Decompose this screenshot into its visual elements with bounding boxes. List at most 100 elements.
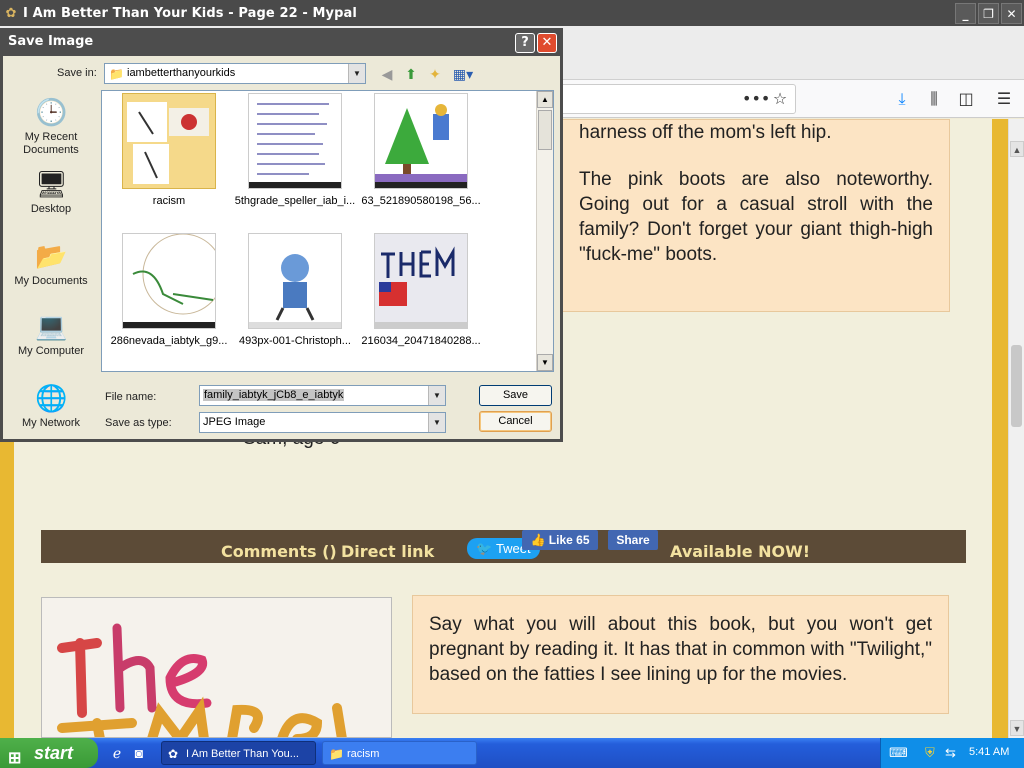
folder-icon: 📁 xyxy=(109,67,124,81)
speech-bubble-top: harness off the mom's left hip. The pink… xyxy=(562,119,950,312)
menu-icon[interactable]: ☰ xyxy=(994,88,1014,110)
save-as-type-dropdown[interactable]: JPEG Image ▼ xyxy=(199,412,446,433)
desktop-icon: 🖥 xyxy=(35,169,69,199)
place-label: My Network xyxy=(21,417,81,429)
close-button[interactable]: ✕ xyxy=(1001,3,1022,24)
like-label: Like 65 xyxy=(548,533,590,547)
folder-icon: 📁 xyxy=(329,747,344,761)
recent-documents-icon: 🕒 xyxy=(35,97,68,127)
file-thumbnail xyxy=(248,93,342,189)
file-item-racism[interactable]: racism xyxy=(104,93,234,207)
place-my-network[interactable]: 🌐 My Network xyxy=(4,382,98,430)
taskbar-task-folder[interactable]: 📁 racism xyxy=(322,741,477,765)
chevron-down-icon[interactable]: ▼ xyxy=(348,64,365,83)
internet-explorer-icon[interactable]: ℯ xyxy=(108,744,126,762)
dialog-close-button[interactable]: ✕ xyxy=(537,33,557,53)
task-label: racism xyxy=(347,748,380,760)
scroll-up-arrow[interactable]: ▲ xyxy=(1010,141,1024,157)
file-name: 63_521890580198_56... xyxy=(361,195,481,207)
mypal-app-icon: ✿ xyxy=(168,747,179,761)
file-name-label: File name: xyxy=(105,391,157,403)
my-documents-icon: 📂 xyxy=(35,241,68,271)
direct-link[interactable]: Direct link xyxy=(341,542,434,561)
bookmark-star-icon[interactable]: ☆ xyxy=(770,88,790,110)
file-thumbnail xyxy=(374,233,468,329)
sidebar-icon[interactable]: ◫ xyxy=(956,88,976,110)
save-as-type-label: Save as type: xyxy=(105,417,172,429)
file-item-speller[interactable]: 5thgrade_speller_iab_i... xyxy=(230,93,360,207)
taskbar: ⊞ start ℯ ◙ ✿ I Am Better Than You... 📁 … xyxy=(0,738,1024,768)
library-icon[interactable]: ⫼ xyxy=(924,88,944,110)
file-list-scrollbar[interactable]: ▲ ▼ xyxy=(536,91,553,371)
taskbar-task-browser[interactable]: ✿ I Am Better Than You... xyxy=(161,741,316,765)
save-in-dropdown[interactable]: 📁 iambetterthanyourkids ▼ xyxy=(104,63,366,84)
place-label: My Recent Documents xyxy=(23,131,79,156)
windows-flag-icon: ⊞ xyxy=(8,750,22,767)
keyboard-icon[interactable]: ⌨ xyxy=(889,745,908,761)
page-scrollbar[interactable]: ▲ ▼ xyxy=(1008,119,1024,738)
save-button[interactable]: Save xyxy=(479,385,552,406)
chevron-down-icon[interactable]: ▼ xyxy=(428,413,445,432)
up-folder-icon[interactable]: ⬆ xyxy=(401,65,421,83)
scroll-up-arrow[interactable]: ▲ xyxy=(537,91,553,108)
place-desktop[interactable]: 🖥 Desktop xyxy=(4,168,98,216)
download-icon[interactable]: ⤓ xyxy=(892,88,912,110)
available-now-link[interactable]: Available NOW! xyxy=(670,542,810,561)
help-button[interactable]: ? xyxy=(515,33,535,53)
network-icon[interactable]: ⇆ xyxy=(945,745,956,761)
file-thumbnail xyxy=(374,93,468,189)
scroll-down-arrow[interactable]: ▼ xyxy=(537,354,553,371)
save-image-dialog: Save Image ? ✕ Save in: 📁 iambetterthany… xyxy=(0,28,563,442)
file-name: racism xyxy=(152,195,186,207)
scroll-down-arrow[interactable]: ▼ xyxy=(1010,720,1024,736)
save-as-type-value: JPEG Image xyxy=(203,416,266,428)
cancel-button[interactable]: Cancel xyxy=(479,411,552,432)
scroll-thumb[interactable] xyxy=(538,110,552,150)
minimize-button[interactable]: _ xyxy=(955,3,976,24)
file-name-value: family_iabtyk_jCb8_e_iabtyk xyxy=(203,389,345,401)
bubble-line: harness off the mom's left hip. xyxy=(579,122,832,143)
view-menu-icon[interactable]: ▦▾ xyxy=(451,65,475,83)
my-network-icon: 🌐 xyxy=(35,383,68,413)
file-item-tree[interactable]: 63_521890580198_56... xyxy=(356,93,486,207)
restore-button[interactable]: ❐ xyxy=(978,3,999,24)
file-thumbnail xyxy=(248,233,342,329)
speech-bubble-bottom: Say what you will about this book, but y… xyxy=(412,595,949,714)
file-name-field[interactable]: family_iabtyk_jCb8_e_iabtyk ▼ xyxy=(199,385,446,406)
mypal-app-icon: ✿ xyxy=(5,5,17,20)
quick-launch-icon[interactable]: ◙ xyxy=(130,744,148,762)
file-name: 286nevada_iabtyk_g9... xyxy=(110,335,228,347)
file-item-nevada[interactable]: 286nevada_iabtyk_g9... xyxy=(104,233,234,347)
my-computer-icon: 💻 xyxy=(35,311,68,341)
more-icon[interactable]: ••• xyxy=(742,88,770,110)
place-label: My Documents xyxy=(14,275,88,287)
scroll-thumb[interactable] xyxy=(1011,345,1022,427)
twitter-bird-icon: 🐦 xyxy=(476,541,493,556)
start-button[interactable]: ⊞ start xyxy=(0,738,98,768)
file-item-christoph[interactable]: 493px-001-Christoph... xyxy=(230,233,360,347)
file-item-themari[interactable]: 216034_20471840288... xyxy=(356,233,486,347)
new-folder-icon[interactable]: ✦ xyxy=(425,65,445,83)
place-my-documents[interactable]: 📂 My Documents xyxy=(4,240,98,288)
back-icon[interactable]: ◀ xyxy=(377,65,397,83)
facebook-like-button[interactable]: 👍 Like 65 xyxy=(522,530,598,550)
browser-titlebar: ✿ I Am Better Than Your Kids - Page 22 -… xyxy=(0,0,1024,26)
bubble-paragraph: The pink boots are also noteworthy. Goin… xyxy=(579,169,933,265)
security-shield-icon[interactable]: ⛨ xyxy=(925,745,935,761)
window-title: I Am Better Than Your Kids - Page 22 - M… xyxy=(23,5,357,21)
thumbs-up-icon: 👍 xyxy=(530,533,546,547)
place-my-computer[interactable]: 💻 My Computer xyxy=(4,310,98,358)
comments-link[interactable]: Comments () xyxy=(221,542,337,561)
file-name: 493px-001-Christoph... xyxy=(239,335,351,347)
file-name: 216034_20471840288... xyxy=(361,335,481,347)
file-list: racism 5thgrade_speller_iab_i... 63_5218… xyxy=(101,90,554,372)
facebook-share-button[interactable]: Share xyxy=(608,530,658,550)
save-in-value: iambetterthanyourkids xyxy=(127,67,236,79)
place-my-recent-documents[interactable]: 🕒 My Recent Documents xyxy=(4,96,98,157)
clock: 5:41 AM xyxy=(969,746,1010,758)
place-label: Desktop xyxy=(30,203,72,215)
dialog-title: Save Image xyxy=(0,28,563,56)
chevron-down-icon[interactable]: ▼ xyxy=(428,386,445,405)
place-label: My Computer xyxy=(17,345,85,357)
file-name: 5thgrade_speller_iab_i... xyxy=(234,195,356,207)
